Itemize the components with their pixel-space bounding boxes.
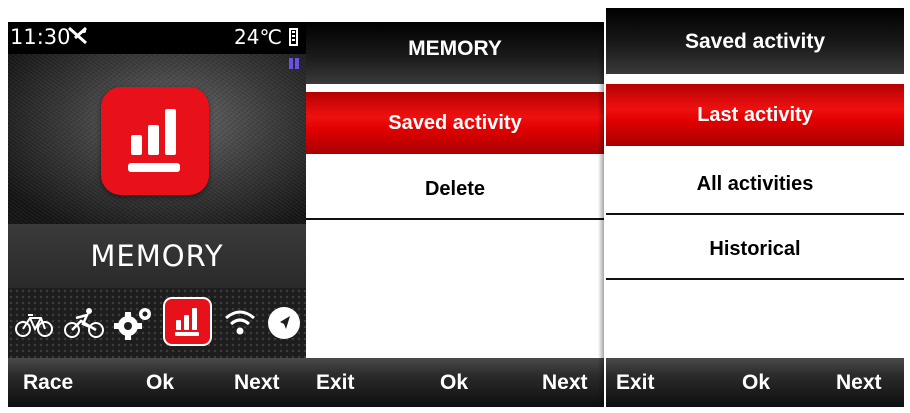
battery-icon	[289, 28, 298, 46]
page-title: MEMORY	[306, 22, 604, 84]
menu-item-delete[interactable]: Delete	[306, 158, 604, 220]
ok-button[interactable]: Ok	[146, 371, 174, 395]
bike-sport-icon[interactable]	[63, 305, 105, 341]
exit-button[interactable]: Exit	[316, 371, 355, 395]
menu-item-all-activities[interactable]: All activities	[606, 153, 904, 215]
saved-activity-screen: Saved activity Last activity All activit…	[606, 8, 904, 407]
app-carousel	[8, 288, 306, 358]
exit-button[interactable]: Exit	[616, 371, 655, 395]
softkey-bar: Exit Ok Next	[606, 358, 904, 407]
hero-panel	[8, 54, 306, 224]
status-bar: 11:30 24℃	[8, 22, 306, 54]
softkey-bar: Race Ok Next	[8, 358, 306, 407]
ok-button[interactable]: Ok	[742, 371, 770, 395]
menu-item-last-activity[interactable]: Last activity	[606, 84, 904, 146]
page-title: Saved activity	[606, 8, 904, 74]
wifi-icon[interactable]	[223, 305, 257, 341]
ok-button[interactable]: Ok	[440, 371, 468, 395]
bike-icon[interactable]	[14, 305, 54, 341]
next-button[interactable]: Next	[836, 371, 882, 395]
page-title: MEMORY	[90, 239, 224, 273]
gears-icon[interactable]	[112, 305, 154, 341]
memory-icon[interactable]	[163, 297, 212, 346]
race-button[interactable]: Race	[23, 371, 73, 395]
pause-icon	[289, 58, 299, 69]
navigation-icon[interactable]	[266, 305, 302, 341]
next-button[interactable]: Next	[542, 371, 588, 395]
softkey-bar: Exit Ok Next	[306, 358, 604, 407]
home-screen: 11:30 24℃ MEMORY Race Ok Next	[8, 22, 306, 407]
divider	[598, 22, 604, 407]
menu-item-saved-activity[interactable]: Saved activity	[306, 92, 604, 154]
title-band: MEMORY	[8, 224, 306, 288]
memory-chart-icon[interactable]	[101, 87, 209, 195]
satellite-off-icon	[66, 24, 90, 51]
clock: 11:30	[10, 25, 71, 49]
memory-menu-screen: MEMORY Saved activity Delete Exit Ok Nex…	[306, 22, 604, 407]
temperature: 24℃	[234, 25, 282, 49]
menu-item-historical[interactable]: Historical	[606, 218, 904, 280]
next-button[interactable]: Next	[234, 371, 280, 395]
